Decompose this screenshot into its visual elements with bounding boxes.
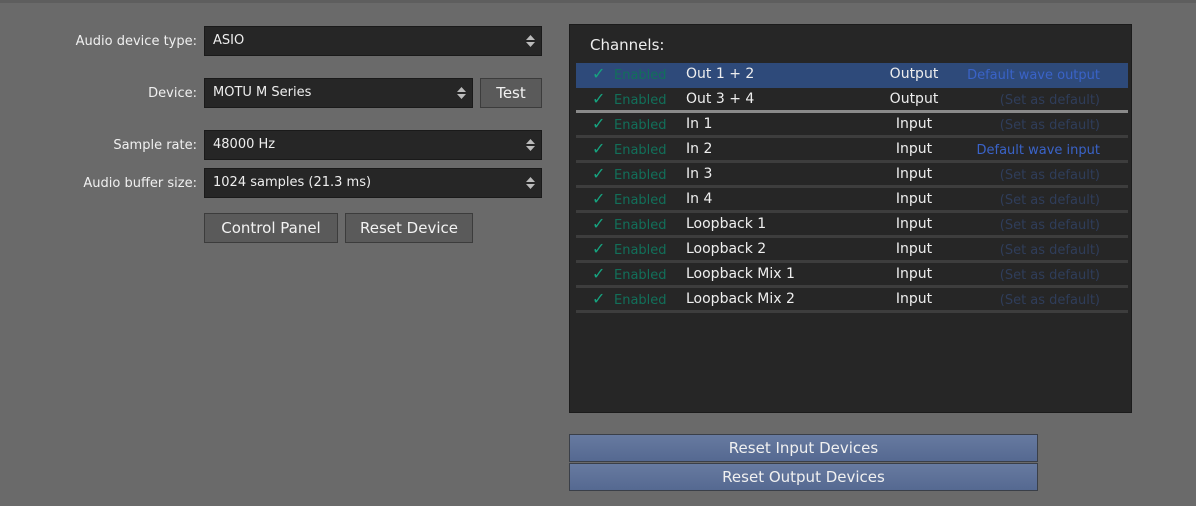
channel-type: Input xyxy=(895,191,933,207)
device-type-value: ASIO xyxy=(213,33,245,48)
updown-arrow-icon xyxy=(526,139,535,151)
reset-input-devices-button[interactable]: Reset Input Devices xyxy=(569,434,1038,462)
sample-rate-value: 48000 Hz xyxy=(213,137,276,152)
channel-status[interactable]: Enabled xyxy=(614,143,667,158)
sample-rate-label: Sample rate: xyxy=(113,138,197,153)
channels-title: Channels: xyxy=(590,36,665,54)
set-default-link[interactable]: (Set as default) xyxy=(1000,293,1100,308)
channel-status[interactable]: Enabled xyxy=(614,118,667,133)
device-select[interactable]: MOTU M Series xyxy=(204,78,473,108)
channel-status[interactable]: Enabled xyxy=(614,293,667,308)
checkmark-icon[interactable]: ✓ xyxy=(592,114,605,133)
set-default-link[interactable]: Default wave output xyxy=(967,68,1100,83)
top-border xyxy=(0,0,1196,3)
channel-row[interactable]: ✓ Enabled Loopback 1 Input (Set as defau… xyxy=(576,213,1128,238)
channel-status[interactable]: Enabled xyxy=(614,68,667,83)
set-default-link[interactable]: (Set as default) xyxy=(1000,218,1100,233)
channel-type: Input xyxy=(895,116,933,132)
control-panel-button[interactable]: Control Panel xyxy=(204,213,338,243)
channel-status[interactable]: Enabled xyxy=(614,218,667,233)
channel-type: Input xyxy=(895,291,933,307)
channel-row[interactable]: ✓ Enabled In 1 Input (Set as default) xyxy=(576,113,1128,138)
updown-arrow-icon xyxy=(457,87,466,99)
buffer-size-label: Audio buffer size: xyxy=(83,176,197,191)
channel-name: In 4 xyxy=(686,191,713,207)
reset-output-devices-button[interactable]: Reset Output Devices xyxy=(569,463,1038,491)
checkmark-icon[interactable]: ✓ xyxy=(592,64,605,83)
buffer-size-select[interactable]: 1024 samples (21.3 ms) xyxy=(204,168,542,198)
channel-name: Loopback 2 xyxy=(686,241,767,257)
checkmark-icon[interactable]: ✓ xyxy=(592,139,605,158)
channel-type: Output xyxy=(889,91,939,107)
channel-name: In 3 xyxy=(686,166,713,182)
channel-type: Input xyxy=(895,216,933,232)
channel-row[interactable]: ✓ Enabled In 3 Input (Set as default) xyxy=(576,163,1128,188)
sample-rate-select[interactable]: 48000 Hz xyxy=(204,130,542,160)
device-value: MOTU M Series xyxy=(213,85,312,100)
channels-panel: Channels: ✓ Enabled Out 1 + 2 Output Def… xyxy=(569,24,1132,413)
checkmark-icon[interactable]: ✓ xyxy=(592,89,605,108)
channel-name: Out 1 + 2 xyxy=(686,66,755,82)
checkmark-icon[interactable]: ✓ xyxy=(592,239,605,258)
channel-status[interactable]: Enabled xyxy=(614,193,667,208)
channel-status[interactable]: Enabled xyxy=(614,243,667,258)
channel-row[interactable]: ✓ Enabled In 4 Input (Set as default) xyxy=(576,188,1128,213)
checkmark-icon[interactable]: ✓ xyxy=(592,264,605,283)
test-button[interactable]: Test xyxy=(480,78,542,108)
channel-status[interactable]: Enabled xyxy=(614,168,667,183)
channel-row[interactable]: ✓ Enabled Loopback Mix 2 Input (Set as d… xyxy=(576,288,1128,313)
channel-row[interactable]: ✓ Enabled Out 1 + 2 Output Default wave … xyxy=(576,63,1128,88)
device-type-select[interactable]: ASIO xyxy=(204,26,542,56)
channel-row[interactable]: ✓ Enabled Out 3 + 4 Output (Set as defau… xyxy=(576,88,1128,113)
channel-type: Output xyxy=(889,66,939,82)
set-default-link[interactable]: (Set as default) xyxy=(1000,268,1100,283)
set-default-link[interactable]: (Set as default) xyxy=(1000,193,1100,208)
reset-device-button[interactable]: Reset Device xyxy=(345,213,473,243)
device-label: Device: xyxy=(148,86,197,101)
channel-row[interactable]: ✓ Enabled In 2 Input Default wave input xyxy=(576,138,1128,163)
set-default-link[interactable]: (Set as default) xyxy=(1000,118,1100,133)
channel-name: Out 3 + 4 xyxy=(686,91,755,107)
buffer-size-value: 1024 samples (21.3 ms) xyxy=(213,175,372,190)
checkmark-icon[interactable]: ✓ xyxy=(592,164,605,183)
set-default-link[interactable]: (Set as default) xyxy=(1000,168,1100,183)
channel-type: Input xyxy=(895,166,933,182)
channel-type: Input xyxy=(895,266,933,282)
channel-name: In 1 xyxy=(686,116,713,132)
channel-row[interactable]: ✓ Enabled Loopback 2 Input (Set as defau… xyxy=(576,238,1128,263)
channel-name: In 2 xyxy=(686,141,713,157)
channel-name: Loopback Mix 1 xyxy=(686,266,795,282)
set-default-link[interactable]: (Set as default) xyxy=(1000,93,1100,108)
updown-arrow-icon xyxy=(526,35,535,47)
channel-status[interactable]: Enabled xyxy=(614,93,667,108)
set-default-link[interactable]: Default wave input xyxy=(977,143,1101,158)
channel-row[interactable]: ✓ Enabled Loopback Mix 1 Input (Set as d… xyxy=(576,263,1128,288)
channel-status[interactable]: Enabled xyxy=(614,268,667,283)
set-default-link[interactable]: (Set as default) xyxy=(1000,243,1100,258)
checkmark-icon[interactable]: ✓ xyxy=(592,214,605,233)
updown-arrow-icon xyxy=(526,177,535,189)
channel-name: Loopback 1 xyxy=(686,216,767,232)
channel-type: Input xyxy=(895,241,933,257)
channel-type: Input xyxy=(895,141,933,157)
checkmark-icon[interactable]: ✓ xyxy=(592,189,605,208)
channel-name: Loopback Mix 2 xyxy=(686,291,795,307)
device-type-label: Audio device type: xyxy=(75,34,197,49)
checkmark-icon[interactable]: ✓ xyxy=(592,289,605,308)
